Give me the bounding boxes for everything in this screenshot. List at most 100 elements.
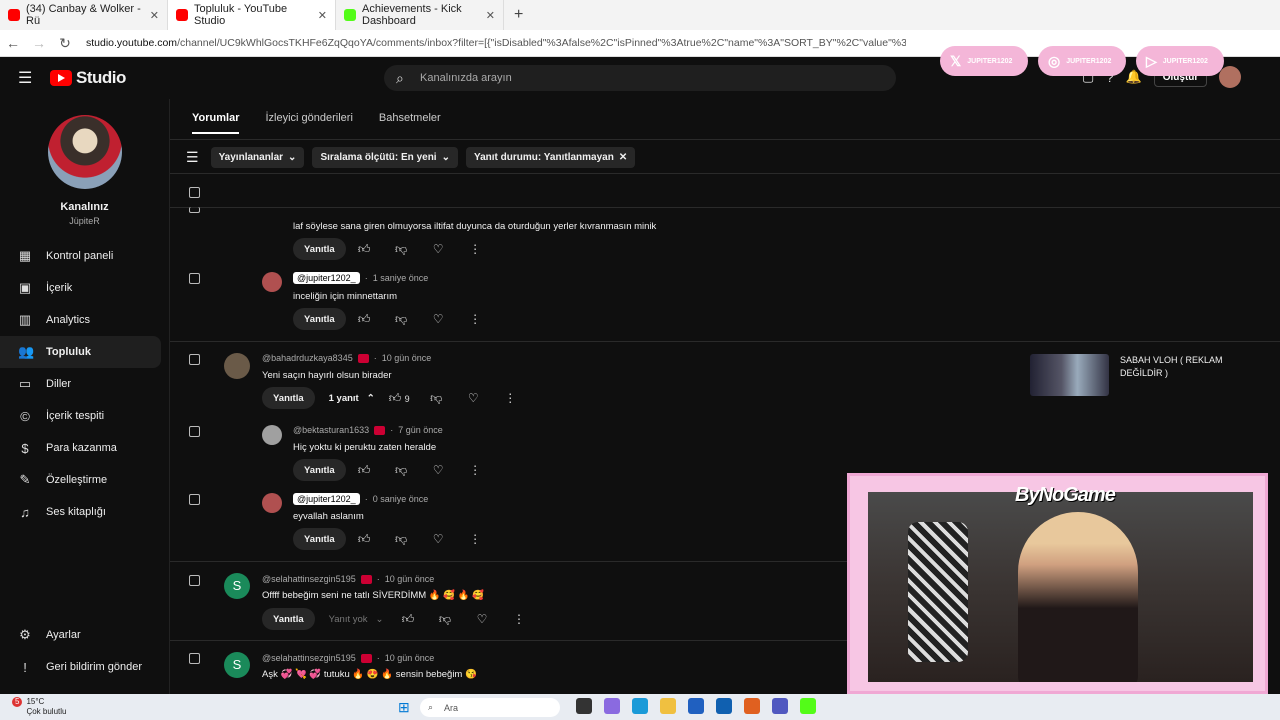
reply-button[interactable]: Yanıtla: [293, 308, 346, 330]
tab-viewer-posts[interactable]: İzleyici gönderileri: [265, 112, 352, 134]
comment-checkbox[interactable]: [189, 426, 200, 437]
comment-checkbox[interactable]: [189, 207, 200, 213]
browser-tab-2[interactable]: Topluluk - YouTube Studio ✕: [168, 0, 336, 30]
analytics-icon: ▥: [18, 312, 32, 327]
like-icon[interactable]: 👍︎: [346, 312, 383, 327]
edge-icon[interactable]: [632, 698, 648, 714]
menu-icon[interactable]: ☰: [18, 68, 32, 88]
close-tab-icon[interactable]: ✕: [318, 9, 327, 22]
reply-button[interactable]: Yanıtla: [293, 459, 346, 481]
like-icon[interactable]: 👍︎ 9: [381, 391, 418, 406]
comment-checkbox[interactable]: [189, 273, 200, 284]
close-tab-icon[interactable]: ✕: [486, 9, 495, 22]
reload-icon[interactable]: ↻: [52, 35, 78, 52]
dislike-icon[interactable]: 👎︎: [383, 312, 420, 327]
comment-handle[interactable]: @bektasturan1633: [293, 425, 369, 435]
more-options-icon[interactable]: ⋮: [457, 532, 494, 546]
kick-app-icon[interactable]: [800, 698, 816, 714]
reply-button[interactable]: Yanıtla: [262, 387, 315, 409]
reply-status-filter-chip[interactable]: Yanıt durumu: Yanıtlanmayan ✕: [465, 147, 636, 168]
published-filter-chip[interactable]: Yayınlananlar ⌄: [210, 147, 305, 168]
sidebar-item-content-detection[interactable]: © İçerik tespiti: [0, 400, 161, 432]
sidebar-item-settings[interactable]: ⚙ Ayarlar: [0, 619, 162, 651]
comment-handle[interactable]: @bahadrduzkaya8345: [262, 353, 353, 363]
folder-icon[interactable]: [660, 698, 676, 714]
channel-avatar[interactable]: [47, 115, 122, 189]
commenter-avatar[interactable]: S: [224, 652, 250, 678]
more-options-icon[interactable]: ⋮: [457, 463, 494, 477]
sidebar-item-customization[interactable]: ✎ Özelleştirme: [0, 464, 161, 496]
reply-button[interactable]: Yanıtla: [293, 528, 346, 550]
studio-logo[interactable]: Studio: [50, 68, 126, 88]
comment-handle[interactable]: @jupiter1202_: [293, 272, 360, 284]
sidebar-item-community[interactable]: 👥 Topluluk: [0, 336, 161, 368]
comment-handle[interactable]: @jupiter1202_: [293, 493, 360, 505]
file-explorer-icon[interactable]: [576, 698, 592, 714]
sidebar-item-audio-library[interactable]: ♫ Ses kitaplığı: [0, 496, 161, 528]
forward-icon[interactable]: →: [26, 35, 52, 51]
teams-icon[interactable]: [772, 698, 788, 714]
dislike-icon[interactable]: 👎︎: [383, 532, 420, 547]
sidebar-item-content[interactable]: ▣ İçerik: [0, 272, 161, 304]
comment-checkbox[interactable]: [189, 494, 200, 505]
back-icon[interactable]: ←: [0, 35, 26, 51]
outlook-icon[interactable]: [716, 698, 732, 714]
video-thumbnail[interactable]: [1030, 354, 1109, 396]
more-options-icon[interactable]: ⋮: [457, 312, 494, 326]
more-options-icon[interactable]: ⋮: [501, 612, 538, 626]
sort-filter-chip[interactable]: Sıralama ölçütü: En yeni ⌄: [312, 147, 458, 168]
sidebar-item-dashboard[interactable]: ▦ Kontrol paneli: [0, 240, 161, 272]
heart-icon[interactable]: ♡: [420, 463, 457, 477]
like-icon[interactable]: 👍︎: [346, 463, 383, 478]
dislike-icon[interactable]: 👎︎: [383, 463, 420, 478]
comment-checkbox[interactable]: [189, 653, 200, 664]
commenter-avatar[interactable]: [262, 493, 282, 513]
sidebar-item-monetization[interactable]: $ Para kazanma: [0, 432, 161, 464]
comment-checkbox[interactable]: [189, 354, 200, 365]
heart-icon[interactable]: ♡: [420, 532, 457, 546]
reply-button[interactable]: Yanıtla: [293, 238, 346, 260]
commenter-avatar[interactable]: S: [224, 573, 250, 599]
tab-mentions[interactable]: Bahsetmeler: [379, 112, 441, 134]
firefox-icon[interactable]: [744, 698, 760, 714]
like-icon[interactable]: 👍︎: [346, 242, 383, 257]
browser-tab-3[interactable]: Achievements - Kick Dashboard ✕: [336, 0, 504, 30]
video-title[interactable]: SABAH VLOH ( REKLAM DEĞİLDİR ): [1120, 354, 1240, 380]
copilot-icon[interactable]: [604, 698, 620, 714]
tab-comments[interactable]: Yorumlar: [192, 112, 240, 134]
heart-icon[interactable]: ♡: [464, 612, 501, 626]
more-options-icon[interactable]: ⋮: [457, 242, 494, 256]
store-icon[interactable]: [688, 698, 704, 714]
weather-widget[interactable]: 5 15°C Çok bulutlu: [12, 694, 66, 717]
heart-icon[interactable]: ♡: [420, 312, 457, 326]
sidebar-item-feedback[interactable]: ! Geri bildirim gönder: [0, 651, 162, 683]
commenter-avatar[interactable]: [262, 425, 282, 445]
commenter-avatar[interactable]: [224, 353, 250, 379]
more-options-icon[interactable]: ⋮: [492, 391, 529, 405]
select-all-checkbox[interactable]: [189, 187, 200, 198]
comment-handle[interactable]: @selahattinsezgin5195: [262, 574, 356, 584]
windows-start-icon[interactable]: ⊞: [398, 699, 410, 716]
url-field[interactable]: studio.youtube.com/channel/UC9kWhlGocsTK…: [86, 37, 906, 49]
search-input[interactable]: ⌕ Kanalınızda arayın: [384, 65, 896, 91]
toggle-replies-button[interactable]: 1 yanıt ⌃: [329, 393, 375, 404]
close-icon[interactable]: ✕: [619, 152, 627, 163]
new-tab-icon[interactable]: +: [514, 6, 523, 24]
commenter-avatar[interactable]: [262, 272, 282, 292]
heart-icon[interactable]: ♡: [420, 242, 457, 256]
like-icon[interactable]: 👍︎: [346, 532, 383, 547]
taskbar-search[interactable]: ⌕ Ara: [420, 698, 560, 717]
like-icon[interactable]: 👍︎: [390, 612, 427, 627]
sidebar-item-languages[interactable]: ▭ Diller: [0, 368, 161, 400]
comment-handle[interactable]: @selahattinsezgin5195: [262, 653, 356, 663]
reply-button[interactable]: Yanıtla: [262, 608, 315, 630]
dislike-icon[interactable]: 👎︎: [418, 391, 455, 406]
comment-checkbox[interactable]: [189, 575, 200, 586]
dislike-icon[interactable]: 👎︎: [383, 242, 420, 257]
browser-tab-1[interactable]: (34) Canbay & Wolker - Rü ✕: [0, 0, 168, 30]
close-tab-icon[interactable]: ✕: [150, 9, 159, 22]
heart-icon[interactable]: ♡: [455, 391, 492, 405]
filter-icon[interactable]: ☰: [186, 149, 199, 166]
sidebar-item-analytics[interactable]: ▥ Analytics: [0, 304, 161, 336]
dislike-icon[interactable]: 👎︎: [427, 612, 464, 627]
